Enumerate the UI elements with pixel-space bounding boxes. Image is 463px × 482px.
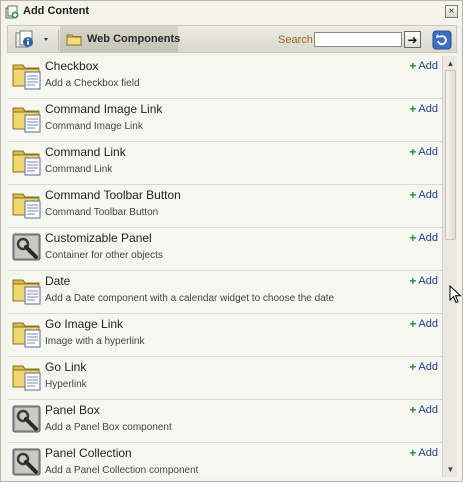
title-bar: Add Content × xyxy=(1,1,462,23)
add-button[interactable]: + Add xyxy=(409,144,438,159)
list-item: Panel Box Add a Panel Box component + Add xyxy=(8,400,442,443)
list-item: Command Image Link Command Image Link + Add xyxy=(8,99,442,142)
folder-document-icon xyxy=(12,146,42,176)
info-dropdown-icon[interactable] xyxy=(14,30,54,50)
item-title: Panel Box xyxy=(45,403,100,417)
list-item: Go Image Link Image with a hyperlink + Add xyxy=(8,314,442,357)
item-title: Checkbox xyxy=(45,59,99,73)
folder-document-icon xyxy=(12,361,42,391)
folder-document-icon xyxy=(12,275,42,305)
item-description: Hyperlink xyxy=(45,379,87,390)
plus-icon: + xyxy=(409,316,417,331)
item-description: Add a Date component with a calendar wid… xyxy=(45,293,335,304)
add-label: Add xyxy=(418,447,438,459)
folder-document-icon xyxy=(12,60,42,90)
item-description: Add a Checkbox field xyxy=(45,78,140,89)
add-label: Add xyxy=(418,404,438,416)
scroll-thumb[interactable] xyxy=(445,70,456,240)
add-button[interactable]: + Add xyxy=(409,187,438,202)
wrench-tool-icon xyxy=(12,447,42,477)
plus-icon: + xyxy=(409,445,417,460)
add-label: Add xyxy=(418,60,438,72)
wrench-tool-icon xyxy=(12,232,42,262)
add-label: Add xyxy=(418,146,438,158)
component-list: Checkbox Add a Checkbox field + Add Command … xyxy=(8,56,442,477)
add-label: Add xyxy=(418,232,438,244)
add-button[interactable]: + Add xyxy=(409,273,438,288)
add-button[interactable]: + Add xyxy=(409,316,438,331)
mouse-pointer-icon xyxy=(449,285,462,304)
refresh-icon[interactable] xyxy=(432,30,452,50)
plus-icon: + xyxy=(409,230,417,245)
plus-icon: + xyxy=(409,187,417,202)
add-button[interactable]: + Add xyxy=(409,58,438,73)
item-description: Add a Panel Box component xyxy=(45,422,172,433)
item-description: Add a Panel Collection component xyxy=(45,465,199,476)
add-label: Add xyxy=(418,275,438,287)
list-item: Go Link Hyperlink + Add xyxy=(8,357,442,400)
list-item: Command Link Command Link + Add xyxy=(8,142,442,185)
add-button[interactable]: + Add xyxy=(409,230,438,245)
add-content-icon xyxy=(5,5,19,19)
close-icon: × xyxy=(448,5,455,17)
item-description: Command Link xyxy=(45,164,113,175)
item-title: Command Image Link xyxy=(45,102,163,116)
breadcrumb[interactable]: Web Components xyxy=(60,26,181,52)
add-button[interactable]: + Add xyxy=(409,445,438,460)
item-description: Command Toolbar Button xyxy=(45,207,159,218)
add-label: Add xyxy=(418,361,438,373)
search-label: Search xyxy=(278,34,313,46)
folder-document-icon xyxy=(12,103,42,133)
toolbar-separator xyxy=(58,30,59,50)
search-input[interactable] xyxy=(314,32,402,47)
add-button[interactable]: + Add xyxy=(409,359,438,374)
folder-document-icon xyxy=(12,318,42,348)
plus-icon: + xyxy=(409,144,417,159)
item-title: Command Link xyxy=(45,145,126,159)
dialog-title: Add Content xyxy=(23,5,89,17)
add-label: Add xyxy=(418,103,438,115)
item-title: Panel Collection xyxy=(45,446,132,460)
close-button[interactable]: × xyxy=(445,5,458,18)
item-title: Go Image Link xyxy=(45,317,124,331)
list-item: Panel Collection Add a Panel Collection c… xyxy=(8,443,442,477)
folder-icon xyxy=(66,34,82,46)
item-description: Container for other objects xyxy=(45,250,163,261)
folder-document-icon xyxy=(12,189,42,219)
list-item: Checkbox Add a Checkbox field + Add xyxy=(8,56,442,99)
add-label: Add xyxy=(418,318,438,330)
scroll-down-icon[interactable]: ▼ xyxy=(444,463,457,476)
plus-icon: + xyxy=(409,58,417,73)
item-description: Command Image Link xyxy=(45,121,143,132)
scroll-up-icon[interactable]: ▲ xyxy=(444,57,457,70)
plus-icon: + xyxy=(409,402,417,417)
add-label: Add xyxy=(418,189,438,201)
wrench-tool-icon xyxy=(12,404,42,434)
list-item: Customizable Panel Container for other ob… xyxy=(8,228,442,271)
item-title: Customizable Panel xyxy=(45,231,152,245)
plus-icon: + xyxy=(409,273,417,288)
item-title: Date xyxy=(45,274,71,288)
vertical-scrollbar[interactable]: ▲ ▼ xyxy=(442,56,457,477)
breadcrumb-label: Web Components xyxy=(87,33,181,45)
list-item: Command Toolbar Button Command Toolbar Bu… xyxy=(8,185,442,228)
toolbar: Web Components Search ➜ xyxy=(7,25,457,53)
list-item: Date Add a Date component with a calendar… xyxy=(8,271,442,314)
add-button[interactable]: + Add xyxy=(409,402,438,417)
search-go-button[interactable]: ➜ xyxy=(404,31,421,48)
arrow-right-icon: ➜ xyxy=(407,32,418,47)
plus-icon: + xyxy=(409,359,417,374)
add-button[interactable]: + Add xyxy=(409,101,438,116)
item-title: Go Link xyxy=(45,360,87,374)
plus-icon: + xyxy=(409,101,417,116)
item-description: Image with a hyperlink xyxy=(45,336,145,347)
add-content-dialog: Add Content × Web Components Search ➜ Ch… xyxy=(0,0,463,482)
item-title: Command Toolbar Button xyxy=(45,188,181,202)
